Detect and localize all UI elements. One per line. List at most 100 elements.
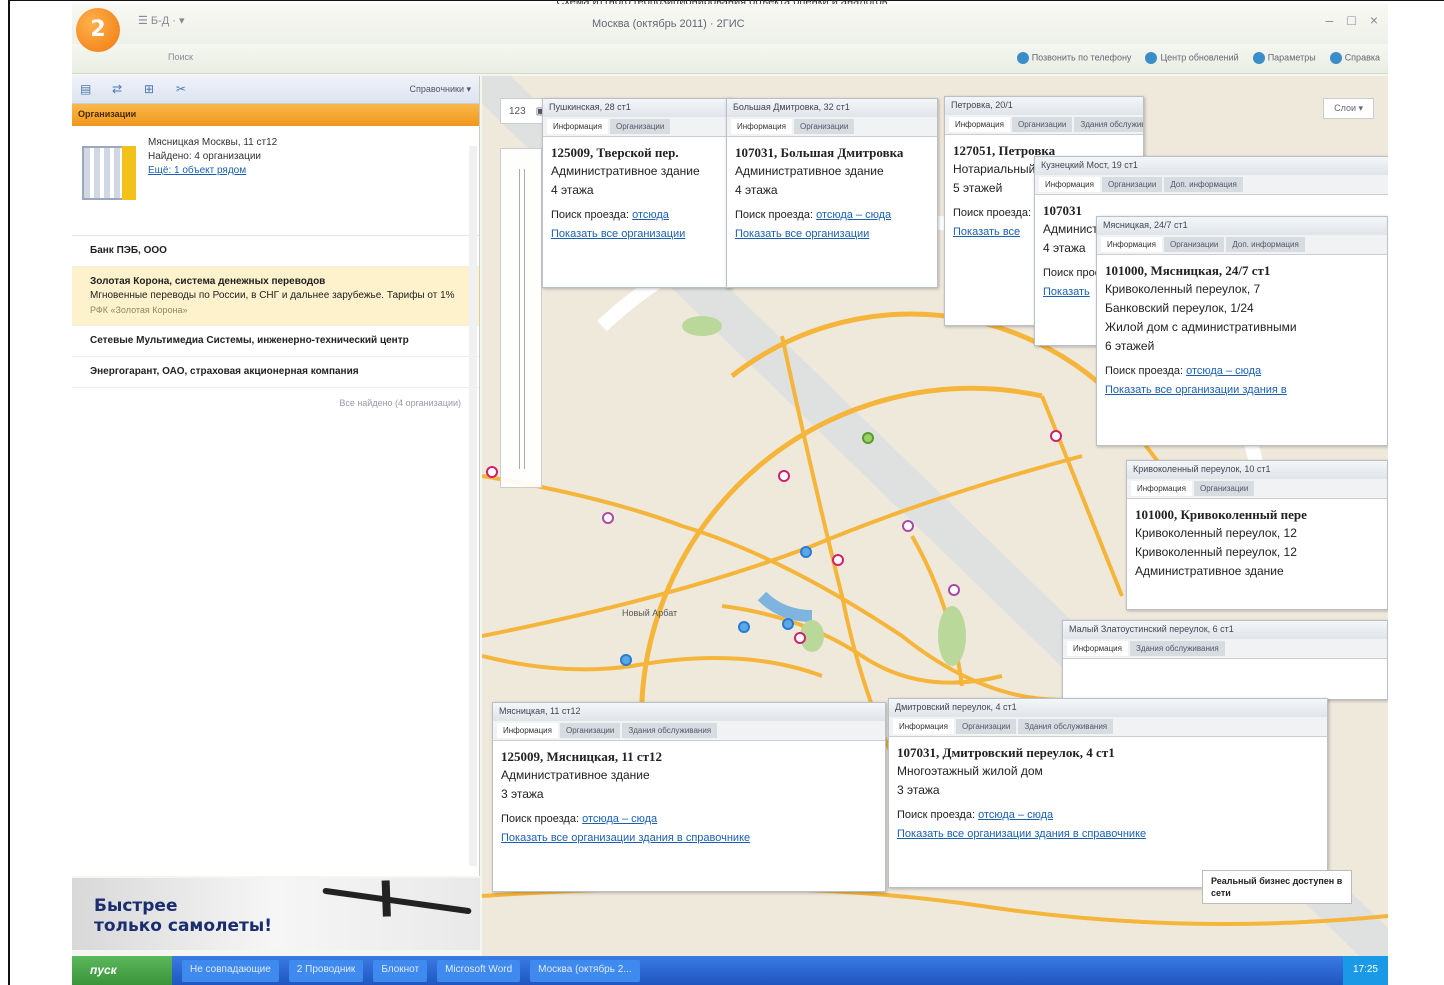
card-tab[interactable]: Здания обслуживания — [1074, 117, 1143, 132]
ruler-icon[interactable]: 123 — [509, 106, 526, 117]
search-hint[interactable]: Поиск — [168, 52, 193, 62]
app-logo[interactable]: 2 — [76, 8, 120, 52]
all-orgs-link[interactable]: Показать все организации здания в справо… — [897, 825, 1319, 844]
toolbar-link-1[interactable]: Центр обновлений — [1145, 52, 1239, 64]
close-icon[interactable]: × — [1370, 12, 1378, 28]
card-desc: Кривоколенный переулок, 7 — [1105, 282, 1261, 296]
layers-button[interactable]: Слои ▾ — [1323, 98, 1374, 119]
map-pin[interactable] — [602, 512, 614, 524]
map-pin[interactable] — [1050, 430, 1062, 442]
all-orgs-link[interactable]: Показать все организации — [551, 225, 723, 244]
card-body: 125009, Тверской пер. Административное зд… — [543, 137, 731, 250]
card-tab[interactable]: Здания обслуживания — [622, 723, 718, 738]
minimize-icon[interactable]: – — [1326, 12, 1334, 28]
card-tab[interactable]: Организации — [1193, 481, 1255, 496]
toolbar-link-3[interactable]: Справка — [1329, 52, 1380, 64]
card-desc: Административное здание — [551, 164, 700, 178]
all-orgs-link[interactable]: Показать все организации здания в справо… — [501, 829, 877, 848]
route-link[interactable]: отсюда – сюда — [1186, 365, 1261, 377]
org-item[interactable]: Золотая Корона, система денежных перевод… — [72, 267, 479, 326]
map-pin[interactable] — [902, 520, 914, 532]
business-notice[interactable]: Реальный бизнес доступен в сети — [1202, 870, 1352, 904]
info-card[interactable]: Пушкинская, 28 ст1 Информация Организации 1… — [542, 98, 732, 288]
card-tabs: Информация Организации — [543, 117, 731, 137]
toolbar-link-label: Параметры — [1267, 52, 1316, 63]
toolbar-link-2[interactable]: Параметры — [1252, 52, 1316, 64]
map-pin[interactable] — [778, 470, 790, 482]
more-link[interactable]: Все найдено (4 организации) — [72, 388, 479, 418]
org-item[interactable]: Банк ПЭБ, ООО — [72, 236, 479, 267]
card-desc: Административное здание — [501, 768, 650, 782]
sidebar-scrollbar[interactable] — [469, 146, 477, 866]
card-tab[interactable]: Информация — [893, 719, 954, 734]
card-tab[interactable]: Организации — [1163, 237, 1225, 252]
card-tab[interactable]: Организации — [955, 719, 1017, 734]
route-label: Поиск проезда: — [1105, 365, 1183, 377]
card-tab[interactable]: Информация — [547, 119, 608, 134]
map-pin[interactable] — [862, 432, 874, 444]
arrows-icon[interactable]: ⇄ — [112, 82, 122, 96]
taskbar-item[interactable]: Москва (октябрь 2... — [530, 959, 640, 982]
help-icon — [1329, 52, 1342, 64]
card-tab[interactable]: Доп. информация — [1226, 237, 1305, 252]
route-link[interactable]: отсюда – сюда — [582, 813, 657, 825]
quick-access-toolbar[interactable]: ☰ Б-Д · ▾ — [138, 14, 185, 27]
directories-dropdown[interactable]: Справочники ▾ — [409, 84, 471, 95]
card-tab[interactable]: Информация — [731, 119, 792, 134]
taskbar-item[interactable]: 2 Проводник — [288, 959, 364, 982]
card-tab[interactable]: Здания обслуживания — [1018, 719, 1114, 734]
map-pin[interactable] — [738, 621, 750, 633]
taskbar-item[interactable]: Блокнот — [373, 959, 428, 982]
card-tab[interactable]: Информация — [497, 723, 558, 738]
taskbar-item[interactable]: Не совпадающие — [182, 959, 279, 982]
card-tabs: Информация Организации Доп. информация — [1035, 175, 1388, 195]
info-card[interactable]: Мясницкая, 24/7 ст1 Информация Организации… — [1096, 216, 1388, 446]
org-item[interactable]: Сетевые Мультимедиа Системы, инженерно-т… — [72, 326, 479, 357]
map-pin[interactable] — [832, 554, 844, 566]
ad-banner[interactable]: Быстрее только самолеты! — [72, 878, 480, 950]
card-tab[interactable]: Информация — [949, 117, 1010, 132]
map-pin[interactable] — [800, 546, 812, 558]
card-tab[interactable]: Доп. информация — [1164, 177, 1243, 192]
info-card[interactable]: Кривоколенный переулок, 10 ст1 Информация… — [1126, 460, 1388, 610]
card-tab[interactable]: Организации — [609, 119, 671, 134]
map-view[interactable]: 123 ▣ ✎ Слои ▾ Новый Арбат Пушкинская, 2… — [482, 76, 1388, 956]
card-tab[interactable]: Организации — [1011, 117, 1073, 132]
zoom-slider[interactable] — [500, 148, 542, 488]
org-item[interactable]: Энергогарант, ОАО, страховая акционерная… — [72, 357, 479, 388]
card-floors: 4 этажа — [551, 183, 594, 197]
start-button[interactable]: пуск — [72, 956, 172, 985]
all-orgs-link[interactable]: Показать все организации здания в — [1105, 381, 1379, 400]
card-tab[interactable]: Информация — [1067, 641, 1128, 656]
map-pin[interactable] — [620, 654, 632, 666]
info-card[interactable]: Мясницкая, 11 ст12 Информация Организации З… — [492, 702, 886, 892]
sidebar: ▤ ⇄ ⊞ ✂ Справочники ▾ Организации Мясниц… — [72, 76, 480, 876]
card-tab[interactable]: Организации — [559, 723, 621, 738]
map-pin[interactable] — [794, 632, 806, 644]
card-floors: Банковский переулок, 1/24 — [1105, 301, 1254, 315]
filter-icon[interactable]: ⊞ — [144, 82, 154, 96]
card-tab[interactable]: Организации — [1101, 177, 1163, 192]
map-pin[interactable] — [782, 618, 794, 630]
card-tab[interactable]: Организации — [793, 119, 855, 134]
info-card[interactable]: Дмитровский переулок, 4 ст1 Информация Орг… — [888, 698, 1328, 888]
route-link[interactable]: отсюда — [632, 209, 669, 221]
building-nearby-link[interactable]: Ещё: 1 объект рядом — [148, 165, 246, 176]
info-card[interactable]: Большая Дмитровка, 32 ст1 Информация Орган… — [726, 98, 938, 288]
card-title: Большая Дмитровка, 32 ст1 — [727, 99, 937, 117]
card-tab[interactable]: Информация — [1131, 481, 1192, 496]
scissors-icon[interactable]: ✂ — [176, 82, 186, 96]
all-orgs-link[interactable]: Показать все организации — [735, 225, 929, 244]
card-tab[interactable]: Здания обслуживания — [1129, 641, 1225, 656]
route-link[interactable]: отсюда – сюда — [978, 809, 1053, 821]
toolbar-link-0[interactable]: Позвонить по телефону — [1016, 52, 1131, 64]
map-pin[interactable] — [948, 584, 960, 596]
maximize-icon[interactable]: □ — [1347, 12, 1355, 28]
card-tab[interactable]: Информация — [1101, 237, 1162, 252]
map-pin[interactable] — [486, 466, 498, 478]
info-card[interactable]: Малый Златоустинский переулок, 6 ст1 Инфо… — [1062, 620, 1388, 700]
folder-icon[interactable]: ▤ — [80, 82, 91, 96]
taskbar-item[interactable]: Microsoft Word — [437, 959, 521, 982]
route-link[interactable]: отсюда – сюда — [816, 209, 891, 221]
card-tab[interactable]: Информация — [1039, 177, 1100, 192]
